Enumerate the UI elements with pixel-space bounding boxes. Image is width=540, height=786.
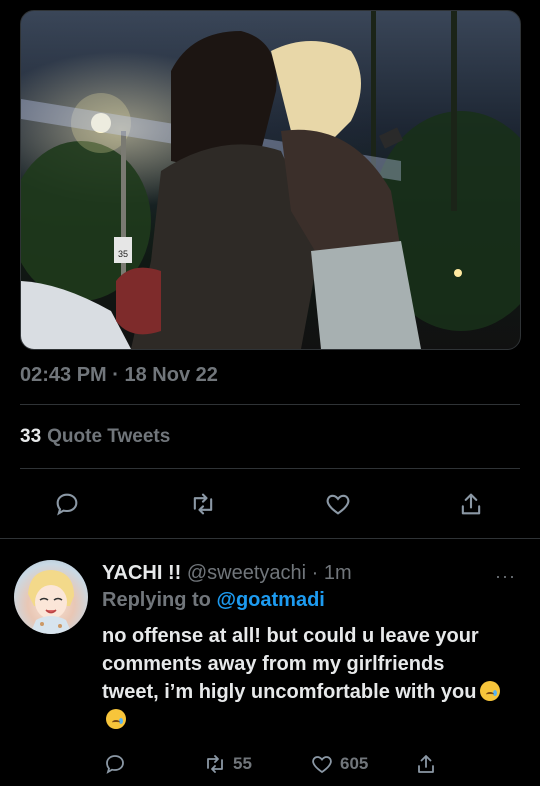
quote-label: Quote Tweets xyxy=(47,426,171,447)
tweet-photo[interactable]: 35 xyxy=(20,10,521,350)
reply-retweet-button[interactable]: 55 xyxy=(203,752,252,776)
divider xyxy=(20,404,520,405)
more-options-icon[interactable]: ··· xyxy=(495,566,516,587)
retweet-count: 55 xyxy=(233,754,252,773)
display-name[interactable]: YACHI !! xyxy=(102,562,181,584)
crying-face-icon xyxy=(480,681,501,701)
mention-link[interactable]: @goatmadi xyxy=(216,589,324,611)
reply-share-button[interactable] xyxy=(414,752,438,776)
like-count: 605 xyxy=(340,754,369,773)
reply-text-content: no offense at all! but could u leave you… xyxy=(102,625,479,703)
reply-button[interactable] xyxy=(49,486,85,522)
section-divider xyxy=(0,538,540,539)
heart-icon xyxy=(326,494,350,515)
avatar-image xyxy=(28,570,74,634)
reply-icon xyxy=(106,755,124,774)
tweet-timestamp[interactable]: 02:43 PM · 18 Nov 22 xyxy=(20,364,218,387)
divider xyxy=(20,468,520,469)
reply-text: no offense at all! but could u leave you… xyxy=(102,622,502,734)
replying-to: Replying to @goatmadi xyxy=(102,589,325,612)
photo-scene: 35 xyxy=(21,11,520,349)
retweet-icon xyxy=(207,755,223,773)
share-icon xyxy=(418,755,434,773)
tweet-actions xyxy=(0,486,540,526)
reply-reply-button[interactable] xyxy=(103,752,127,776)
share-button[interactable] xyxy=(453,486,489,522)
replying-prefix: Replying to xyxy=(102,589,211,611)
reply-icon xyxy=(56,493,78,516)
heart-icon xyxy=(312,756,332,774)
reply-actions: 55 605 xyxy=(0,752,540,778)
quote-count: 33 xyxy=(20,426,42,447)
retweet-button[interactable] xyxy=(185,486,221,522)
user-handle[interactable]: @sweetyachi xyxy=(187,562,306,584)
reply-like-button[interactable]: 605 xyxy=(310,752,368,776)
crying-face-icon xyxy=(106,709,126,729)
share-icon xyxy=(461,493,481,515)
reply-header: YACHI !! @sweetyachi · 1m xyxy=(102,562,352,585)
reply-time: · 1m xyxy=(311,562,352,584)
like-button[interactable] xyxy=(320,486,356,522)
retweet-icon xyxy=(193,493,213,515)
quote-tweets-stat[interactable]: 33 Quote Tweets xyxy=(20,426,170,448)
avatar[interactable] xyxy=(14,560,88,634)
speed-sign-text: 35 xyxy=(118,249,128,259)
